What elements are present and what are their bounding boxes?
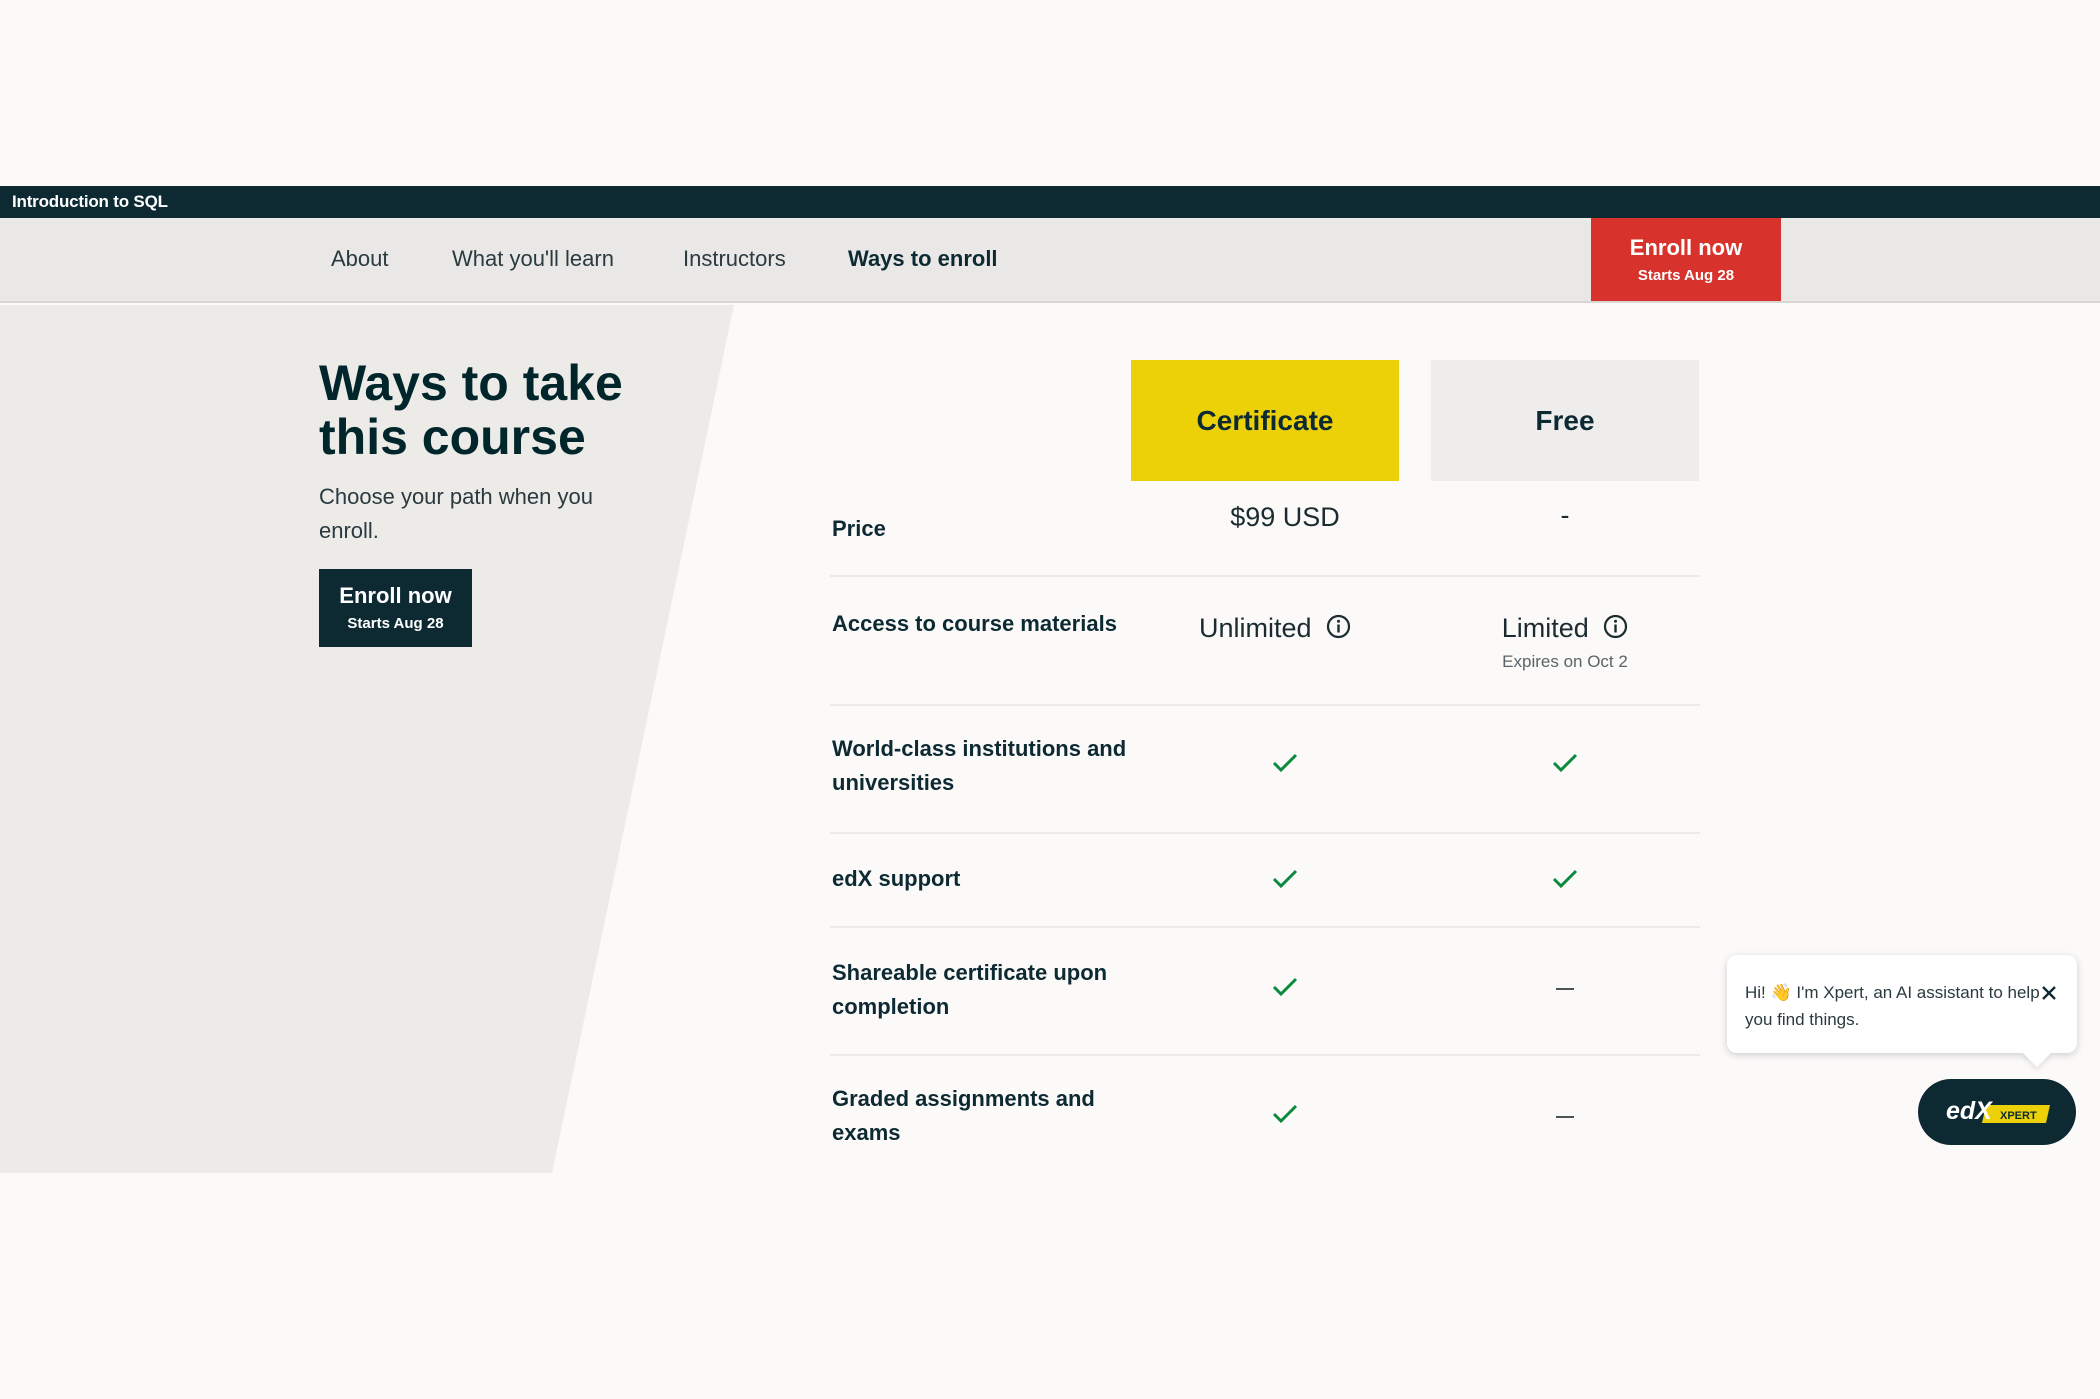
table-row-access: Access to course materials Unlimited Lim… <box>830 577 1700 706</box>
enroll-start-date: Starts Aug 28 <box>1637 267 1735 284</box>
table-row-price: Price $99 USD - <box>830 488 1700 577</box>
nav-enroll-button[interactable]: Enroll now Starts Aug 28 <box>1591 218 1781 301</box>
xpert-greeting: Hi! 👋 I'm Xpert, an AI assistant to help… <box>1745 983 2040 1029</box>
close-icon[interactable] <box>2039 983 2059 1003</box>
row-label: edX support <box>832 866 961 891</box>
logo-badge: XPERT <box>2000 1110 2037 1122</box>
page-title: Ways to take this course <box>319 355 623 465</box>
table-row-shareable: Shareable certificate upon completion <box>830 928 1700 1056</box>
nav-about[interactable]: About <box>331 246 389 272</box>
nav-ways-to-enroll[interactable]: Ways to enroll <box>848 246 998 272</box>
table-row-institutions: World-class institutions and universitie… <box>830 706 1700 834</box>
certificate-price: $99 USD <box>1230 502 1340 532</box>
dash-icon <box>1556 987 1574 990</box>
xpert-chat-bubble: Hi! 👋 I'm Xpert, an AI assistant to help… <box>1727 955 2077 1068</box>
certificate-column-header: Certificate <box>1131 360 1399 481</box>
free-price: - <box>1560 500 1570 530</box>
bubble-tail <box>2022 1038 2052 1068</box>
enroll-start-date: Starts Aug 28 <box>347 615 444 632</box>
intro-enroll-button[interactable]: Enroll now Starts Aug 28 <box>319 569 472 647</box>
check-icon <box>1270 864 1300 894</box>
logo-text: edX <box>1946 1097 1993 1125</box>
check-icon <box>1270 748 1300 778</box>
course-title-bar: Introduction to SQL <box>0 186 2100 218</box>
enroll-label: Enroll now <box>339 583 452 608</box>
certificate-label: Certificate <box>1196 404 1334 436</box>
table-row-graded: Graded assignments and exams <box>830 1056 1700 1174</box>
row-label: Price <box>832 516 886 541</box>
free-column-header: Free <box>1431 360 1699 481</box>
section-nav: About What you'll learn Instructors Ways… <box>0 218 2100 303</box>
table-row-support: edX support <box>830 834 1700 928</box>
access-expiry-note: Expires on Oct 2 <box>1502 652 1628 671</box>
free-access: Limited <box>1501 613 1589 643</box>
dash-icon <box>1556 1115 1574 1118</box>
certificate-access: Unlimited <box>1199 613 1312 643</box>
edx-xpert-logo: edX XPERT <box>1946 1097 2050 1125</box>
row-label: Graded assignments and exams <box>832 1086 1095 1145</box>
check-icon <box>1270 1099 1300 1129</box>
nav-what-youll-learn[interactable]: What you'll learn <box>452 246 614 272</box>
row-label: Access to course materials <box>832 611 1117 636</box>
course-title: Introduction to SQL <box>12 192 168 211</box>
xpert-launcher-button[interactable]: edX XPERT <box>1918 1079 2076 1145</box>
nav-instructors[interactable]: Instructors <box>683 246 786 272</box>
row-label: Shareable certificate upon completion <box>832 960 1108 1019</box>
enroll-label: Enroll now <box>1629 235 1743 260</box>
info-icon[interactable] <box>1326 614 1351 639</box>
check-icon <box>1270 972 1300 1002</box>
row-label: World-class institutions and universitie… <box>832 736 1127 795</box>
check-icon <box>1550 864 1580 894</box>
intro-subtext: Choose your path when you enroll. <box>319 484 593 543</box>
check-icon <box>1550 748 1580 778</box>
free-label: Free <box>1535 404 1595 436</box>
info-icon[interactable] <box>1603 614 1628 639</box>
